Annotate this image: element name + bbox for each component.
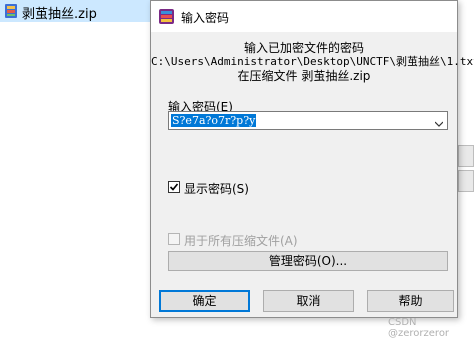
password-input-value[interactable]: S?e7a?o7r?p?y	[171, 114, 257, 127]
zip-archive-icon	[3, 3, 19, 19]
background-file-name: 剥茧抽丝.zip	[22, 7, 97, 22]
use-for-all-archives-label: 用于所有压缩文件(A)	[184, 234, 298, 248]
info-file-path: C:\Users\Administrator\Desktop\UNCTF\剥茧抽…	[151, 55, 474, 68]
background-scroll-fragment	[458, 145, 474, 167]
info-prompt: 输入已加密文件的密码	[243, 41, 364, 55]
manage-passwords-button[interactable]: 管理密码(O)...	[168, 251, 448, 271]
winrar-app-icon	[158, 8, 175, 25]
background-file-item[interactable]: 剥茧抽丝.zip	[0, 0, 150, 22]
chevron-down-icon[interactable]	[434, 117, 444, 127]
checkmark-icon	[169, 183, 179, 191]
show-password-label[interactable]: 显示密码(S)	[184, 180, 249, 197]
watermark: CSDN @zerorzeror	[388, 317, 450, 339]
password-dialog: 输入密码 输入已加密文件的密码 C:\Users\Administrator\D…	[150, 0, 474, 318]
show-password-checkbox[interactable]	[168, 181, 180, 193]
dialog-titlebar[interactable]: 输入密码	[151, 1, 457, 32]
ok-button[interactable]: 确定	[159, 290, 250, 312]
cancel-button[interactable]: 取消	[263, 290, 354, 312]
info-archive-name: 在压缩文件 剥茧抽丝.zip	[237, 69, 371, 83]
use-for-all-archives-checkbox	[168, 233, 180, 245]
password-combobox[interactable]: S?e7a?o7r?p?y	[168, 111, 448, 130]
help-button[interactable]: 帮助	[367, 290, 454, 312]
dialog-title: 输入密码	[181, 11, 230, 25]
archive-info: 输入已加密文件的密码 C:\Users\Administrator\Deskto…	[151, 41, 474, 83]
background-scroll-fragment	[458, 170, 474, 192]
